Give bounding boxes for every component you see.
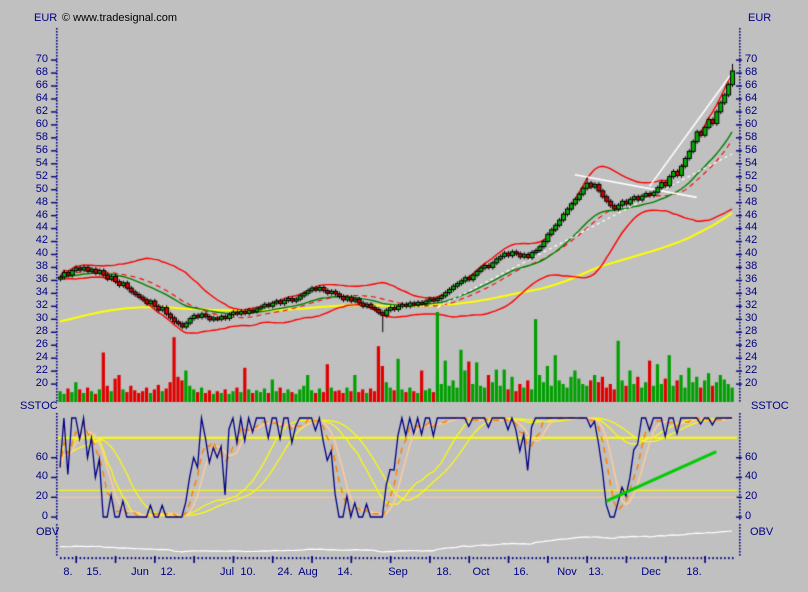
price-tick-label-right: 50 — [745, 184, 757, 195]
price-tick-label-right: 22 — [745, 365, 757, 376]
price-tick-label-right: 40 — [745, 248, 757, 259]
price-tick-label-right: 20 — [745, 378, 757, 389]
price-tick-label-left: 58 — [22, 132, 48, 143]
sstoc-tick-label-right: 0 — [745, 511, 751, 522]
price-tick-label-right: 70 — [745, 54, 757, 65]
price-tick-label-left: 34 — [22, 287, 48, 298]
price-tick-label-left: 40 — [22, 248, 48, 259]
price-tick-label-right: 24 — [745, 352, 757, 363]
price-tick-label-right: 32 — [745, 300, 757, 311]
price-tick-label-right: 28 — [745, 326, 757, 337]
price-tick-label-right: 58 — [745, 132, 757, 143]
price-tick-label-left: 64 — [22, 93, 48, 104]
price-axis-unit-left: EUR — [34, 13, 57, 24]
sstoc-panel-title-left: SSTOC — [20, 401, 58, 412]
sstoc-tick-label-left: 60 — [22, 452, 48, 463]
date-label: Dec — [633, 567, 669, 578]
price-tick-label-left: 48 — [22, 197, 48, 208]
price-tick-label-right: 54 — [745, 158, 757, 169]
sstoc-tick-label-right: 40 — [745, 471, 757, 482]
date-label: 10. — [230, 567, 266, 578]
price-tick-label-left: 32 — [22, 300, 48, 311]
date-label: Sep — [380, 567, 416, 578]
chart-window: EUR © www.tradesignal.com EUR SSTOC SSTO… — [0, 0, 808, 592]
price-tick-label-left: 68 — [22, 67, 48, 78]
price-tick-label-right: 66 — [745, 80, 757, 91]
chart-plot-canvas[interactable] — [0, 0, 808, 592]
price-tick-label-left: 54 — [22, 158, 48, 169]
price-tick-label-left: 62 — [22, 106, 48, 117]
price-tick-label-left: 24 — [22, 352, 48, 363]
price-tick-label-left: 20 — [22, 378, 48, 389]
price-tick-label-right: 62 — [745, 106, 757, 117]
price-tick-label-right: 64 — [745, 93, 757, 104]
obv-panel-title-right: OBV — [750, 527, 773, 538]
sstoc-tick-label-left: 20 — [22, 491, 48, 502]
date-label: 15. — [76, 567, 112, 578]
price-tick-label-left: 38 — [22, 261, 48, 272]
price-tick-label-right: 48 — [745, 197, 757, 208]
price-tick-label-right: 46 — [745, 210, 757, 221]
price-tick-label-left: 56 — [22, 145, 48, 156]
price-tick-label-left: 36 — [22, 274, 48, 285]
sstoc-tick-label-right: 60 — [745, 452, 757, 463]
date-label: Oct — [463, 567, 499, 578]
price-tick-label-left: 28 — [22, 326, 48, 337]
date-label: 12. — [150, 567, 186, 578]
price-tick-label-left: 66 — [22, 80, 48, 91]
sstoc-panel-title-right: SSTOC — [751, 401, 789, 412]
price-tick-label-right: 68 — [745, 67, 757, 78]
price-tick-label-right: 44 — [745, 222, 757, 233]
price-axis-unit-right: EUR — [748, 13, 771, 24]
price-tick-label-left: 60 — [22, 119, 48, 130]
price-tick-label-left: 46 — [22, 210, 48, 221]
obv-panel-title-left: OBV — [36, 527, 59, 538]
price-tick-label-right: 26 — [745, 339, 757, 350]
copyright-text: © www.tradesignal.com — [62, 13, 177, 24]
date-label: 18. — [676, 567, 712, 578]
price-tick-label-left: 42 — [22, 235, 48, 246]
date-label: 14. — [327, 567, 363, 578]
price-tick-label-right: 56 — [745, 145, 757, 156]
sstoc-tick-label-right: 20 — [745, 491, 757, 502]
date-label: 13. — [578, 567, 614, 578]
price-tick-label-right: 34 — [745, 287, 757, 298]
price-tick-label-left: 52 — [22, 171, 48, 182]
price-tick-label-right: 52 — [745, 171, 757, 182]
date-label: 18. — [426, 567, 462, 578]
price-tick-label-left: 26 — [22, 339, 48, 350]
price-tick-label-right: 60 — [745, 119, 757, 130]
price-tick-label-left: 30 — [22, 313, 48, 324]
price-tick-label-right: 42 — [745, 235, 757, 246]
date-label: 16. — [503, 567, 539, 578]
sstoc-tick-label-left: 40 — [22, 471, 48, 482]
sstoc-tick-label-left: 0 — [22, 511, 48, 522]
price-tick-label-left: 70 — [22, 54, 48, 65]
date-label: Aug — [290, 567, 326, 578]
price-tick-label-left: 50 — [22, 184, 48, 195]
price-tick-label-left: 22 — [22, 365, 48, 376]
price-tick-label-right: 38 — [745, 261, 757, 272]
price-tick-label-left: 44 — [22, 222, 48, 233]
price-tick-label-right: 30 — [745, 313, 757, 324]
price-tick-label-right: 36 — [745, 274, 757, 285]
